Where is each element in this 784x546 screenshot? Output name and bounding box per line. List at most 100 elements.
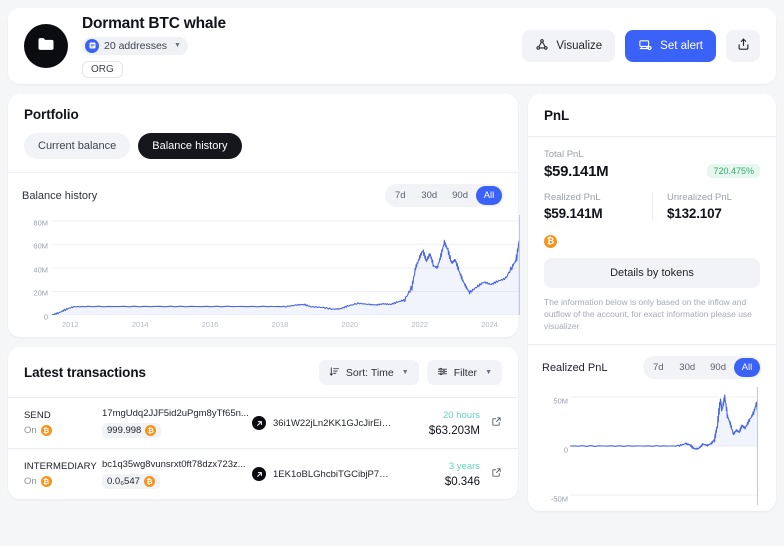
balance-plot	[52, 215, 520, 315]
tx-amount-value: 0.0₆547	[107, 476, 140, 487]
tab-current-balance[interactable]: Current balance	[24, 133, 130, 159]
tx-to-address[interactable]: 1EK1oBLGhcbiTGCibjP7VqWY62J...	[273, 469, 394, 480]
chevron-down-icon: ▼	[174, 42, 181, 49]
balance-chart-header: Balance history 7d 30d 90d All	[8, 173, 518, 211]
pnl-totals: Total PnL $59.141M 720.475% Realized PnL…	[528, 137, 776, 221]
transactions-title: Latest transactions	[24, 365, 146, 380]
entity-info: Dormant BTC whale 20 addresses ▼ O	[82, 15, 522, 78]
balance-range-group: 7d 30d 90d All	[385, 184, 504, 207]
tx-time: 20 hours	[394, 410, 480, 421]
portfolio-tabs: Current balance Balance history	[8, 133, 518, 172]
x-tick-label: 2024	[481, 320, 498, 329]
tx-values: 3 years $0.346	[394, 461, 480, 488]
tx-on-label: On	[24, 425, 37, 436]
pnl-title: PnL	[544, 108, 760, 123]
x-tick-label: 2022	[411, 320, 428, 329]
range-7d[interactable]: 7d	[387, 186, 413, 205]
pnl-range-30d[interactable]: 30d	[672, 358, 702, 377]
realized-pnl-chart: 50M0-50M	[528, 381, 776, 511]
tx-chain: On ₿	[24, 425, 102, 436]
portfolio-card: Portfolio Current balance Balance histor…	[8, 94, 518, 337]
tx-to-address[interactable]: 36i1W22jLn2KK1GJcJirEiQHn4c...	[273, 418, 394, 429]
realized-pnl-label: Realized PnL	[544, 192, 652, 203]
portfolio-header: Portfolio	[8, 94, 518, 133]
tx-amount: 999.998 ₿	[102, 423, 161, 438]
avatar	[24, 24, 68, 68]
pnl-y-axis: 50M0-50M	[542, 391, 568, 499]
share-button[interactable]	[726, 30, 760, 62]
filter-label: Filter	[454, 367, 477, 379]
balance-y-axis: 020M40M60M80M	[22, 217, 48, 309]
page-title: Dormant BTC whale	[82, 15, 522, 33]
chevron-down-icon: ▼	[402, 369, 409, 376]
y-tick-label: 80M	[33, 218, 48, 227]
table-row[interactable]: INTERMEDIARY On ₿ bc1q35wg8vunsrxt0ft78d…	[8, 449, 518, 499]
realized-pnl: Realized PnL $59.141M	[544, 192, 652, 221]
tx-to: 1EK1oBLGhcbiTGCibjP7VqWY62J...	[273, 469, 394, 480]
y-tick-label: 60M	[33, 242, 48, 251]
details-by-tokens-button[interactable]: Details by tokens	[544, 258, 760, 288]
pnl-range-all[interactable]: All	[734, 358, 760, 377]
tx-amount-value: 999.998	[107, 425, 141, 436]
addresses-list-icon	[85, 39, 99, 53]
addresses-chip[interactable]: 20 addresses ▼	[82, 37, 188, 55]
external-link-icon[interactable]	[480, 414, 502, 432]
y-tick-label: -50M	[551, 495, 568, 504]
tx-type-label: SEND	[24, 410, 102, 421]
range-30d[interactable]: 30d	[414, 186, 444, 205]
tx-from-address[interactable]: 17mgUdq2JJF5id2uPgm8yTf65n...	[102, 408, 250, 419]
btc-icon: ₿	[544, 235, 557, 248]
table-row[interactable]: SEND On ₿ 17mgUdq2JJF5id2uPgm8yTf65n... …	[8, 398, 518, 448]
pnl-range-7d[interactable]: 7d	[645, 358, 671, 377]
total-pnl-row: $59.141M 720.475%	[544, 160, 760, 180]
set-alert-label: Set alert	[660, 40, 703, 52]
entity-meta: 20 addresses ▼	[82, 37, 522, 55]
tx-type: SEND On ₿	[24, 410, 102, 436]
total-pnl-value: $59.141M	[544, 163, 608, 180]
x-tick-label: 2020	[342, 320, 359, 329]
x-tick-label: 2018	[272, 320, 289, 329]
tx-from-address[interactable]: bc1q35wg8vunsrxt0ft78dzx723z...	[102, 459, 250, 470]
filter-button[interactable]: Filter ▼	[427, 360, 502, 385]
sort-button[interactable]: Sort: Time ▼	[319, 360, 419, 385]
external-link-icon[interactable]	[480, 465, 502, 483]
btc-icon: ₿	[144, 476, 155, 487]
share-upload-icon	[736, 37, 751, 55]
range-90d[interactable]: 90d	[445, 186, 475, 205]
network-graph-icon	[535, 38, 549, 55]
pnl-tokens: ₿	[528, 221, 776, 249]
app-root: Dormant BTC whale 20 addresses ▼ O	[0, 0, 784, 546]
balance-x-axis: 2012 2014 2016 2018 2020 2022 2024	[22, 315, 504, 329]
transactions-tools: Sort: Time ▼	[319, 360, 502, 385]
range-all[interactable]: All	[476, 186, 502, 205]
visualize-button[interactable]: Visualize	[522, 30, 615, 62]
header-actions: Visualize Set alert	[522, 30, 760, 62]
pnl-breakdown: Realized PnL $59.141M Unrealized PnL $13…	[544, 192, 760, 221]
x-tick-label: 2014	[132, 320, 149, 329]
tx-type-label: INTERMEDIARY	[24, 461, 102, 472]
x-tick-label: 2012	[62, 320, 79, 329]
pnl-range-90d[interactable]: 90d	[703, 358, 733, 377]
left-column: Portfolio Current balance Balance histor…	[8, 94, 518, 499]
tx-from: 17mgUdq2JJF5id2uPgm8yTf65n... 999.998 ₿	[102, 408, 250, 438]
set-alert-button[interactable]: Set alert	[625, 30, 716, 62]
balance-chart-label: Balance history	[22, 190, 97, 202]
unrealized-pnl: Unrealized PnL $132.107	[652, 192, 760, 221]
pnl-card: PnL Total PnL $59.141M 720.475% Realized…	[528, 94, 776, 511]
unrealized-pnl-value: $132.107	[667, 206, 760, 221]
sort-label: Sort: Time	[346, 367, 394, 379]
folder-icon	[36, 34, 56, 59]
realized-chart-title: Realized PnL	[542, 362, 607, 374]
transactions-card: Latest transactions Sort: Time ▼	[8, 347, 518, 499]
btc-icon: ₿	[145, 425, 156, 436]
status-badge: 720.475%	[707, 164, 760, 178]
tx-type: INTERMEDIARY On ₿	[24, 461, 102, 487]
tx-time: 3 years	[394, 461, 480, 472]
transactions-header: Latest transactions Sort: Time ▼	[8, 347, 518, 397]
x-tick-label: 2016	[202, 320, 219, 329]
arrow-up-right-icon	[252, 416, 266, 430]
tx-amount: 0.0₆547 ₿	[102, 474, 160, 489]
realized-chart-header: Realized PnL 7d 30d 90d All	[528, 345, 776, 381]
tab-balance-history[interactable]: Balance history	[138, 133, 241, 159]
btc-icon: ₿	[41, 476, 52, 487]
